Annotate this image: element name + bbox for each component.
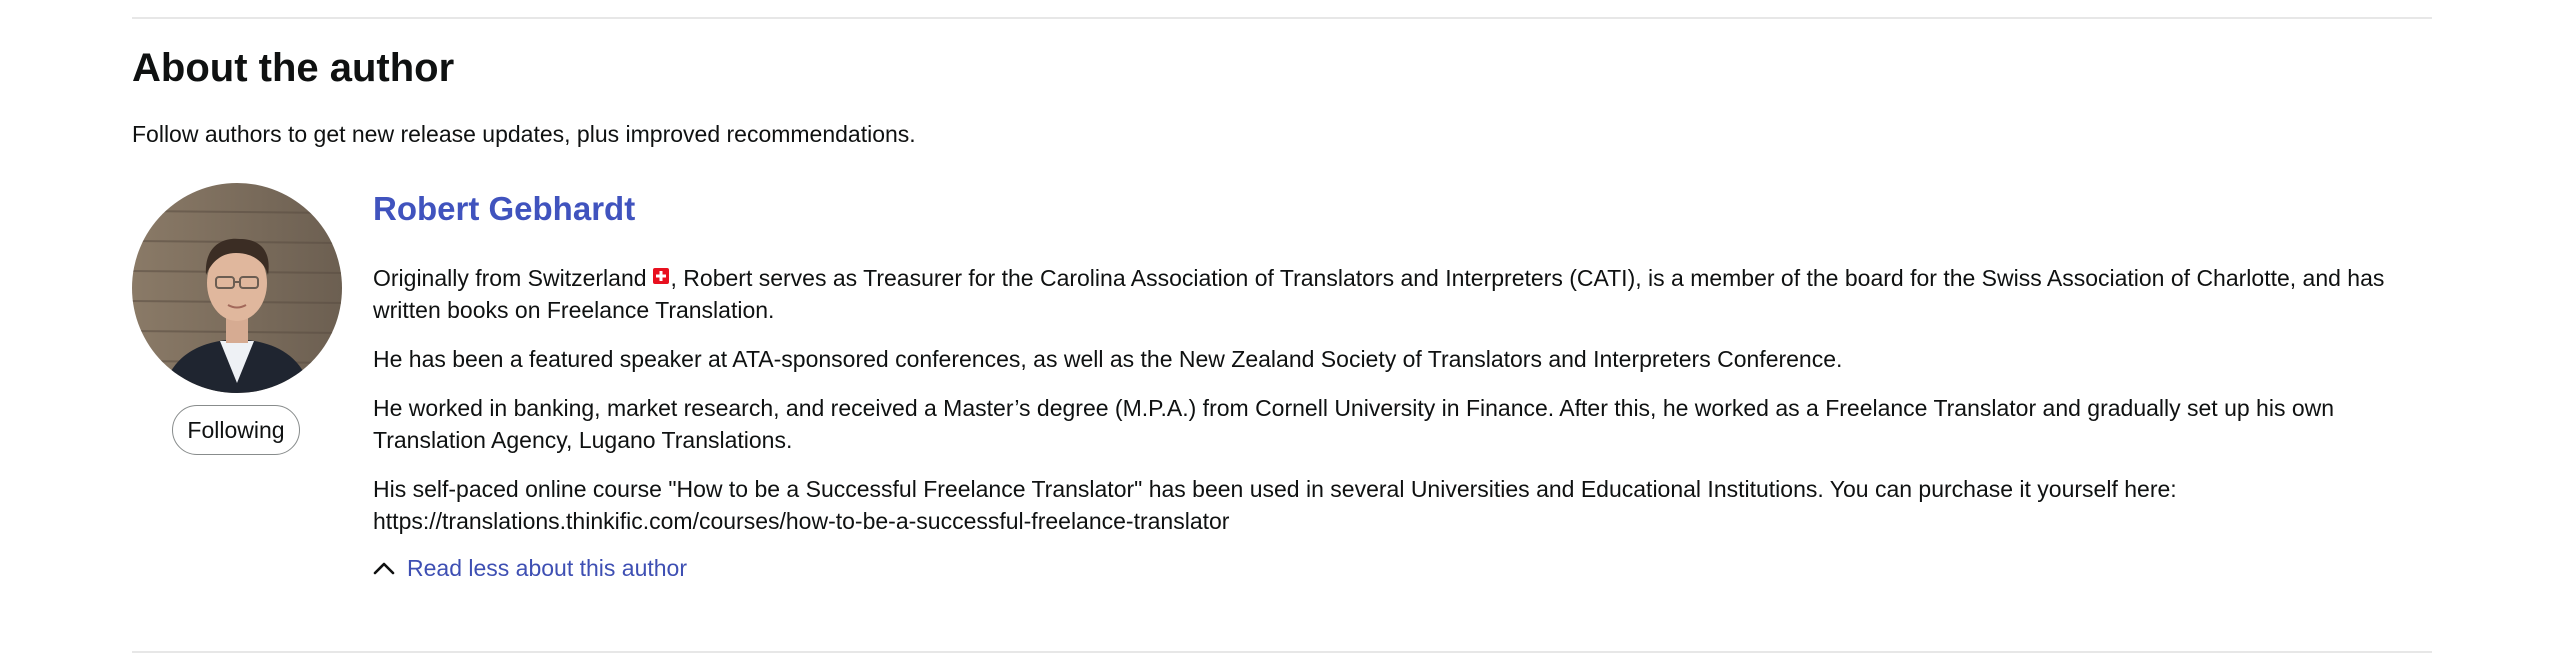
author-bio: Originally from Switzerland, Robert serv… bbox=[373, 260, 2433, 537]
course-url: https://translations.thinkific.com/cours… bbox=[373, 508, 1230, 534]
author-photo bbox=[132, 183, 342, 393]
chevron-up-icon bbox=[373, 561, 395, 575]
bio-p1-start: Originally from Switzerland bbox=[373, 265, 647, 291]
read-less-link[interactable]: Read less about this author bbox=[407, 552, 687, 584]
read-less-toggle[interactable]: Read less about this author bbox=[373, 552, 2433, 584]
bio-paragraph-1: Originally from Switzerland, Robert serv… bbox=[373, 260, 2433, 326]
bio-paragraph-3: He worked in banking, market research, a… bbox=[373, 395, 2335, 453]
bio-paragraph-4: His self-paced online course "How to be … bbox=[373, 473, 2433, 537]
section-title: About the author bbox=[132, 46, 455, 90]
bottom-divider bbox=[132, 651, 2432, 653]
bio-paragraph-2: He has been a featured speaker at ATA-sp… bbox=[373, 346, 1843, 372]
top-divider bbox=[132, 17, 2432, 19]
author-card-left: Following bbox=[132, 183, 342, 455]
bio-p4-text: His self-paced online course "How to be … bbox=[373, 476, 2177, 502]
author-avatar[interactable] bbox=[132, 183, 342, 393]
bio-p1-rest: , Robert serves as Treasurer for the Car… bbox=[373, 265, 2385, 323]
swiss-flag-icon bbox=[652, 260, 669, 284]
author-card-right: Robert Gebhardt Originally from Switzerl… bbox=[373, 185, 2433, 584]
author-name-link[interactable]: Robert Gebhardt bbox=[373, 185, 2433, 233]
section-subtitle: Follow authors to get new release update… bbox=[132, 121, 916, 147]
follow-button[interactable]: Following bbox=[172, 405, 300, 455]
